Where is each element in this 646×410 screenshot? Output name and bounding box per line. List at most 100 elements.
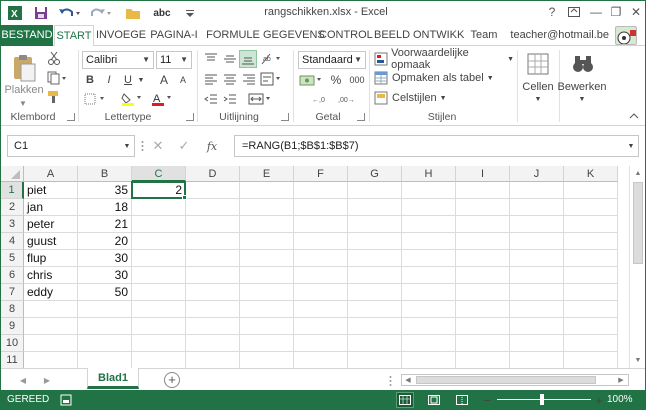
row-header-6[interactable]: 6 [1,267,24,284]
scroll-down-icon[interactable]: ▼ [633,355,643,365]
cell-e6[interactable] [240,267,294,284]
number-launcher-icon[interactable] [357,113,365,121]
tab-beeld[interactable]: BEELD [374,25,410,46]
cell-f4[interactable] [294,233,348,250]
align-bottom-icon[interactable] [239,50,257,68]
tab-ontwikkelaars[interactable]: ONTWIKK [413,25,464,46]
cell-f1[interactable] [294,182,348,199]
conditional-formatting-button[interactable]: Voorwaardelijke opmaak ▼ [374,47,514,71]
column-header-d[interactable]: D [186,166,240,182]
alignment-launcher-icon[interactable] [281,113,289,121]
row-header-5[interactable]: 5 [1,250,24,267]
expand-formula-bar-icon[interactable]: ▼ [625,139,637,153]
cell-g11[interactable] [348,352,402,368]
cell-g9[interactable] [348,318,402,335]
borders-icon[interactable] [82,91,108,107]
page-break-view-icon[interactable] [453,392,471,408]
decrease-indent-icon[interactable] [202,91,220,107]
cell-a3[interactable]: peter [24,216,78,233]
ribbon-display-icon[interactable] [563,3,585,21]
clipboard-launcher-icon[interactable] [67,113,75,121]
cell-k5[interactable] [564,250,618,267]
cell-a9[interactable] [24,318,78,335]
cell-b7[interactable]: 50 [78,284,132,301]
tab-bestand[interactable]: BESTAND [1,25,53,46]
previous-sheet-icon[interactable]: ◀ [17,373,29,387]
cell-g2[interactable] [348,199,402,216]
worksheet-grid[interactable]: ABCDEFGHIJK 1 2 3 4 5 6 7 8 9 10 11 piet 35 2 jan 18 pe… [1,166,629,368]
align-center-icon[interactable] [221,71,239,87]
cell-f10[interactable] [294,335,348,352]
cell-a2[interactable]: jan [24,199,78,216]
cell-e10[interactable] [240,335,294,352]
cell-f5[interactable] [294,250,348,267]
cell-j8[interactable] [510,301,564,318]
zoom-level[interactable]: 100% [607,394,633,405]
cell-g8[interactable] [348,301,402,318]
cell-d2[interactable] [186,199,240,216]
row-header-10[interactable]: 10 [1,335,24,352]
redo-icon[interactable] [89,5,113,21]
cell-b3[interactable]: 21 [78,216,132,233]
underline-button[interactable]: U [120,72,136,88]
cell-a6[interactable]: chris [24,267,78,284]
column-header-b[interactable]: B [78,166,132,182]
help-button[interactable]: ? [541,3,563,21]
row-header-11[interactable]: 11 [1,352,24,368]
cell-i9[interactable] [456,318,510,335]
page-layout-view-icon[interactable] [425,392,443,408]
cell-h6[interactable] [402,267,456,284]
cell-b8[interactable] [78,301,132,318]
cell-d11[interactable] [186,352,240,368]
row-header-9[interactable]: 9 [1,318,24,335]
font-name-select[interactable]: Calibri ▼ [82,51,154,69]
cell-c3[interactable] [132,216,186,233]
spelling-button[interactable]: abc [151,5,173,21]
cell-b6[interactable]: 30 [78,267,132,284]
cell-k11[interactable] [564,352,618,368]
cell-i2[interactable] [456,199,510,216]
number-format-select[interactable]: Standaard ▼ [298,51,366,69]
row-header-4[interactable]: 4 [1,233,24,250]
restore-button[interactable]: ❐ [605,3,627,21]
column-header-e[interactable]: E [240,166,294,182]
cell-j10[interactable] [510,335,564,352]
tab-controleren[interactable]: CONTROL [319,25,373,46]
tab-formules[interactable]: FORMULE [206,25,260,46]
cell-d8[interactable] [186,301,240,318]
next-sheet-icon[interactable]: ▶ [41,373,53,387]
cell-f9[interactable] [294,318,348,335]
close-button[interactable]: ✕ [625,3,645,21]
thousands-button[interactable]: 000 [346,72,368,88]
font-color-icon[interactable]: A [149,91,175,107]
underline-dropdown-icon[interactable]: ▼ [136,72,146,88]
tab-start[interactable]: START [54,25,94,47]
cell-k7[interactable] [564,284,618,301]
fill-handle[interactable] [182,195,187,200]
cell-a11[interactable] [24,352,78,368]
cell-b10[interactable] [78,335,132,352]
select-all-corner[interactable] [1,166,24,182]
avatar[interactable] [615,26,637,45]
tab-gegevens[interactable]: GEGEVENS [263,25,325,46]
normal-view-icon[interactable] [396,392,414,408]
cell-b2[interactable]: 18 [78,199,132,216]
paste-button[interactable]: Plakken [4,83,43,97]
cell-k4[interactable] [564,233,618,250]
cell-f11[interactable] [294,352,348,368]
cell-d3[interactable] [186,216,240,233]
column-header-f[interactable]: F [294,166,348,182]
cell-d9[interactable] [186,318,240,335]
cell-g1[interactable] [348,182,402,199]
horizontal-scroll-thumb[interactable] [416,376,596,384]
column-header-h[interactable]: H [402,166,456,182]
cells-dropdown-icon[interactable]: ▼ [530,94,546,104]
cell-a5[interactable]: flup [24,250,78,267]
cell-f8[interactable] [294,301,348,318]
cut-icon[interactable] [45,50,63,66]
cell-d10[interactable] [186,335,240,352]
cell-i6[interactable] [456,267,510,284]
font-launcher-icon[interactable] [186,113,194,121]
cell-j1[interactable] [510,182,564,199]
merge-center-icon[interactable] [246,91,274,107]
